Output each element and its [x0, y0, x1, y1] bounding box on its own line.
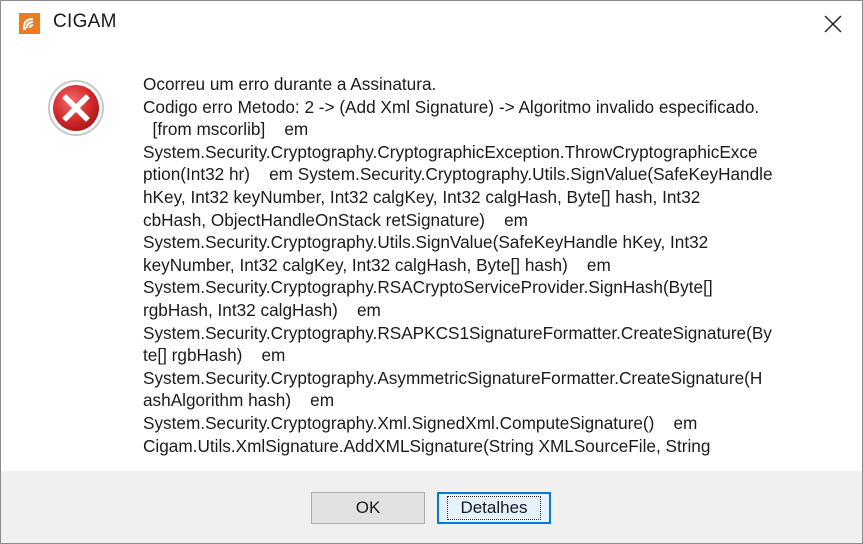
error-message: Ocorreu um erro durante a Assinatura. Co… [143, 73, 839, 457]
cigam-logo-icon [19, 13, 40, 34]
window-title: CIGAM [53, 11, 117, 32]
message-line: cbHash, ObjectHandleOnStack retSignature… [143, 209, 528, 230]
message-line: Codigo erro Metodo: 2 -> (Add Xml Signat… [143, 96, 760, 117]
message-line: System.Security.Cryptography.RSACryptoSe… [143, 277, 713, 298]
message-line: System.Security.Cryptography.Utils.SignV… [143, 232, 709, 253]
message-line: Ocorreu um erro durante a Assinatura. [143, 74, 437, 94]
message-line: Cigam.Utils.XmlSignature.AddXMLSignature… [143, 435, 711, 456]
details-button-label: Detalhes [447, 496, 541, 520]
message-line: ption(Int32 hr) em System.Security.Crypt… [143, 164, 773, 185]
message-line: System.Security.Cryptography.Xml.SignedX… [143, 412, 698, 433]
close-icon [824, 15, 842, 33]
close-button[interactable] [804, 1, 862, 47]
error-icon [46, 78, 106, 138]
message-line: System.Security.Cryptography.Cryptograph… [143, 141, 758, 162]
message-line: rgbHash, Int32 calgHash) em [143, 299, 381, 320]
message-line: System.Security.Cryptography.AsymmetricS… [143, 367, 763, 388]
message-line: System.Security.Cryptography.RSAPKCS1Sig… [143, 322, 772, 343]
message-line: keyNumber, Int32 calgKey, Int32 calgHash… [143, 254, 611, 275]
message-line: te[] rgbHash) em [143, 345, 286, 366]
ok-button[interactable]: OK [311, 492, 425, 524]
message-line: [from mscorlib] em [143, 119, 309, 140]
error-dialog: CIGAM Ocorreu um erro durante a Assinatu… [0, 0, 863, 544]
button-bar: OK Detalhes [1, 471, 862, 543]
details-button[interactable]: Detalhes [437, 492, 551, 524]
title-bar: CIGAM [1, 1, 862, 49]
message-line: hKey, Int32 keyNumber, Int32 calgKey, In… [143, 186, 701, 207]
message-line: ashAlgorithm hash) em [143, 390, 335, 411]
